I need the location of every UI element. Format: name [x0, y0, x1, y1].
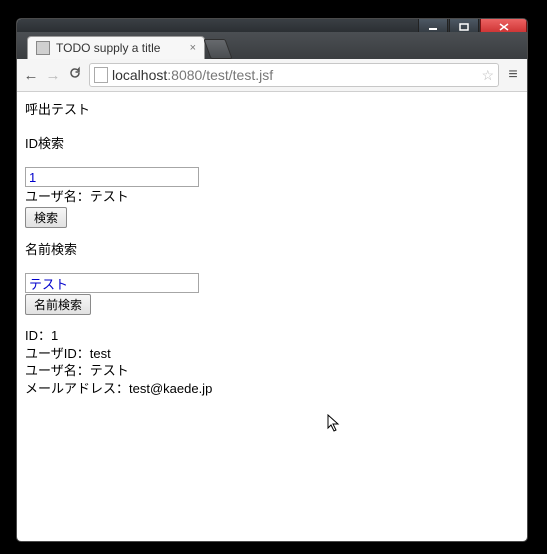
browser-tab[interactable]: TODO supply a title ×	[27, 36, 205, 59]
page-heading: 呼出テスト	[25, 100, 519, 120]
bookmark-star-icon[interactable]: ☆	[481, 67, 494, 84]
result-user-id: ユーザID：test	[25, 346, 111, 361]
tab-strip: TODO supply a title ×	[17, 32, 527, 59]
new-tab-button[interactable]	[203, 39, 232, 59]
tab-title: TODO supply a title	[56, 41, 184, 55]
url-text: localhost:8080/test/test.jsf	[112, 67, 273, 83]
url-path: :8080/test/test.jsf	[167, 67, 273, 83]
window-titlebar	[17, 19, 527, 32]
browser-toolbar: ← → localhost:8080/test/test.jsf ☆ ≡	[17, 59, 527, 92]
nav-reload-icon[interactable]	[67, 66, 83, 84]
nav-back-icon[interactable]: ←	[23, 67, 39, 84]
nav-forward-icon[interactable]: →	[45, 67, 61, 84]
browser-window: TODO supply a title × ← → localhost:8080…	[16, 18, 528, 542]
name-search-button[interactable]: 名前検索	[25, 294, 91, 315]
page-icon	[94, 67, 108, 83]
results-block: ID：1 ユーザID：test ユーザ名：テスト メールアドレス：test@ka…	[25, 327, 519, 397]
result-mail: メールアドレス：test@kaede.jp	[25, 381, 212, 396]
id-search-section: ユーザ名：テスト 検索	[25, 167, 519, 228]
id-search-result: ユーザ名：テスト	[25, 189, 129, 204]
address-bar[interactable]: localhost:8080/test/test.jsf ☆	[89, 63, 499, 87]
name-search-input[interactable]	[25, 273, 199, 293]
page-content: 呼出テスト ID検索 ユーザ名：テスト 検索 名前検索 名前検索 ID：1 ユー…	[17, 92, 527, 405]
name-search-label: 名前検索	[25, 240, 519, 260]
name-search-section: 名前検索	[25, 273, 519, 315]
id-search-button[interactable]: 検索	[25, 207, 67, 228]
id-search-label: ID検索	[25, 134, 519, 154]
browser-menu-icon[interactable]: ≡	[505, 66, 521, 84]
tab-close-icon[interactable]: ×	[190, 42, 196, 54]
favicon-icon	[36, 41, 50, 55]
url-host: localhost	[112, 67, 167, 83]
id-search-input[interactable]	[25, 167, 199, 187]
mouse-cursor-icon	[327, 414, 343, 434]
result-id: ID：1	[25, 328, 58, 343]
result-user-name: ユーザ名：テスト	[25, 363, 129, 378]
